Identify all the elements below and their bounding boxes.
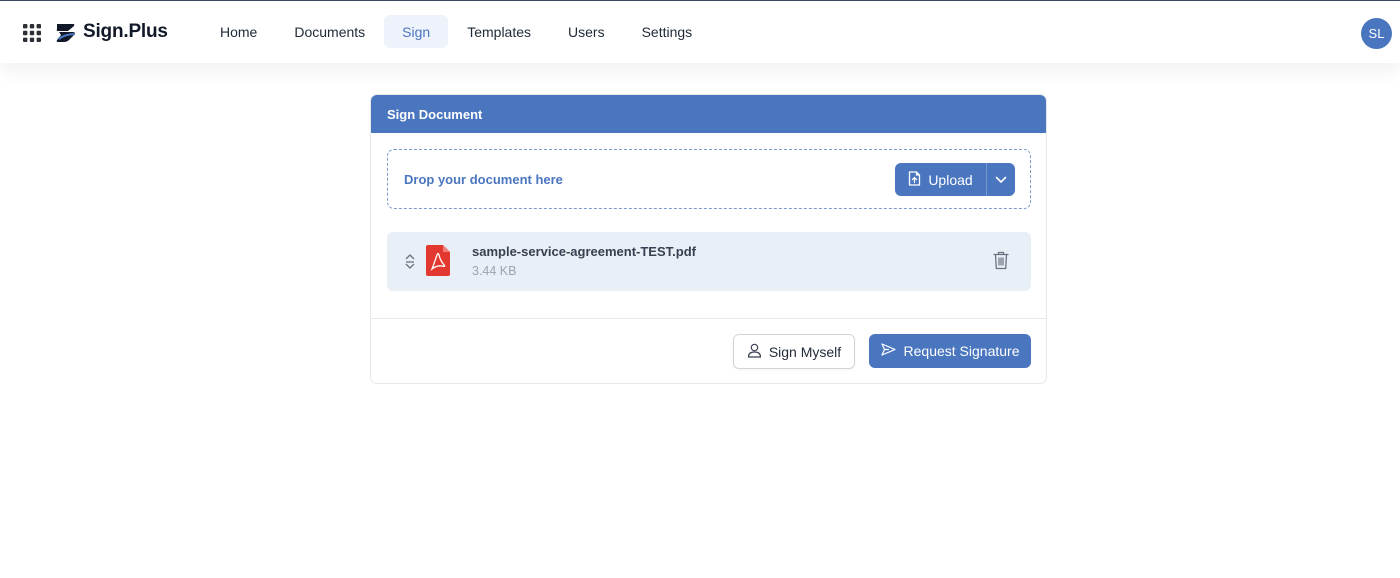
sign-plus-logo-icon xyxy=(55,21,77,43)
uploaded-file-row: sample-service-agreement-TEST.pdf 3.44 K… xyxy=(387,232,1031,291)
sort-handle-icon[interactable] xyxy=(404,253,416,274)
send-icon xyxy=(880,343,904,359)
dropzone-label: Drop your document here xyxy=(404,172,563,187)
document-dropzone[interactable]: Drop your document here Upload xyxy=(387,149,1031,209)
trash-icon[interactable] xyxy=(993,251,1009,275)
file-name: sample-service-agreement-TEST.pdf xyxy=(472,244,696,259)
nav-home[interactable]: Home xyxy=(202,15,275,48)
upload-button-group: Upload xyxy=(895,163,1015,196)
card-title: Sign Document xyxy=(371,95,1046,133)
user-avatar[interactable]: SL xyxy=(1361,18,1392,49)
pdf-icon xyxy=(426,245,450,281)
nav-templates[interactable]: Templates xyxy=(449,15,549,48)
upload-label: Upload xyxy=(928,171,973,188)
request-signature-label: Request Signature xyxy=(903,343,1020,359)
file-size: 3.44 KB xyxy=(472,264,517,278)
brand-logo[interactable]: Sign.Plus xyxy=(55,20,168,44)
user-icon xyxy=(747,343,769,361)
chevron-down-icon xyxy=(995,171,1007,189)
nav-settings[interactable]: Settings xyxy=(624,15,711,48)
nav-documents[interactable]: Documents xyxy=(276,15,383,48)
card-divider xyxy=(371,318,1046,319)
nav-users[interactable]: Users xyxy=(550,15,623,48)
request-signature-button[interactable]: Request Signature xyxy=(869,334,1031,368)
brand-name: Sign.Plus xyxy=(83,21,168,42)
sign-document-card: Sign Document Drop your document here Up… xyxy=(370,94,1047,384)
nav-sign[interactable]: Sign xyxy=(384,15,449,48)
upload-button[interactable]: Upload xyxy=(895,163,986,196)
grid-icon[interactable] xyxy=(23,24,41,42)
sign-myself-label: Sign Myself xyxy=(768,343,842,360)
app-header: Sign.Plus Home Documents Sign Templates … xyxy=(0,1,1400,63)
file-upload-icon xyxy=(908,170,928,189)
main-nav: Home Documents Sign Templates Users Sett… xyxy=(202,15,711,49)
upload-options-toggle[interactable] xyxy=(986,163,1015,196)
sign-myself-button[interactable]: Sign Myself xyxy=(733,334,855,369)
